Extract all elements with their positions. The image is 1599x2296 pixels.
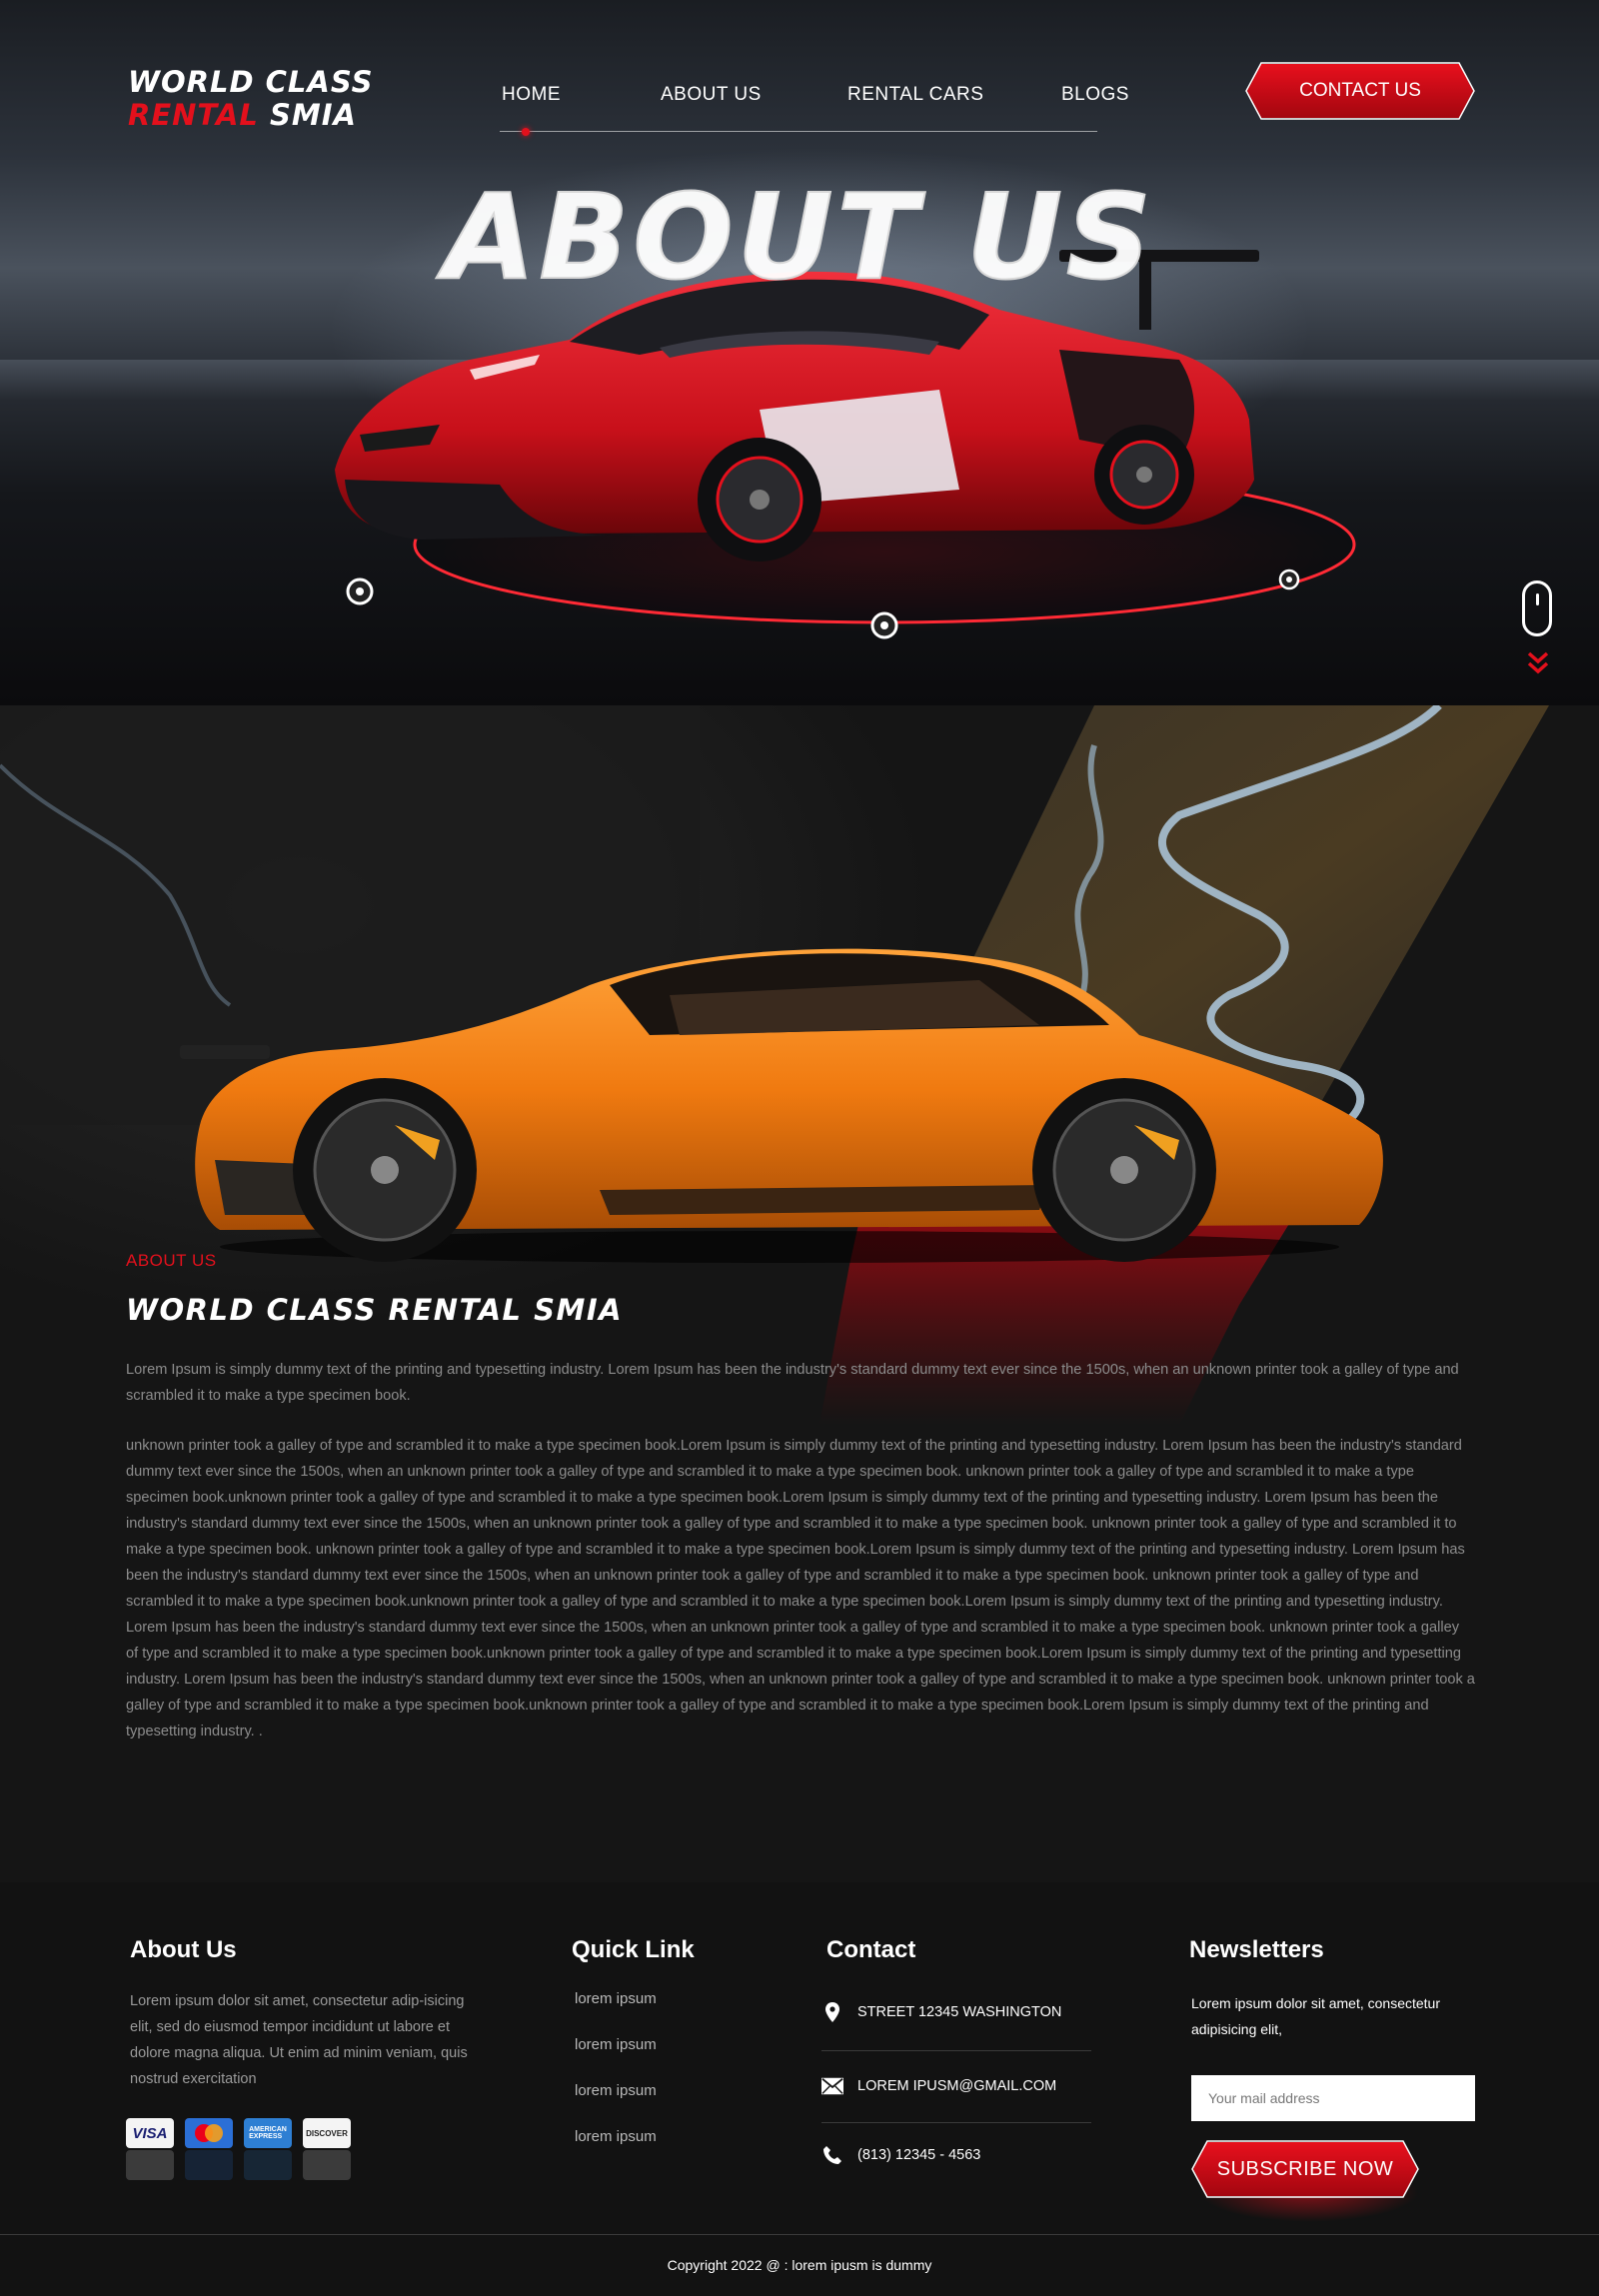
footer-contact-heading: Contact — [826, 1936, 916, 1963]
footer-about-text: Lorem ipsum dolor sit amet, consectetur … — [130, 1993, 468, 2087]
brand-logo[interactable]: WORLD CLASS RENTAL SMIA — [128, 66, 374, 132]
contact-address-text: STREET 12345 WASHINGTON — [857, 2004, 1062, 2020]
newsletter-text: Lorem ipsum dolor sit amet, consectetur … — [1191, 1995, 1440, 2037]
about-paragraph-2: unknown printer took a galley of type an… — [126, 1438, 1475, 1739]
location-pin-icon — [821, 2001, 843, 2023]
brand-word-smia: SMIA — [269, 98, 357, 132]
quick-link-4[interactable]: lorem ipsum — [575, 2128, 657, 2145]
quick-link-2[interactable]: lorem ipsum — [575, 2036, 657, 2053]
footer-newsletter-heading: Newsletters — [1189, 1936, 1324, 1963]
payment-cards: VISA AMERICAN EXPRESS DISCOVER — [126, 2118, 351, 2148]
orange-sports-car-image — [180, 948, 1383, 1263]
hero-section: WORLD CLASS RENTAL SMIA HOME ABOUT US RE… — [0, 0, 1599, 705]
contact-email-text: LOREM IPUSM@GMAIL.COM — [857, 2078, 1057, 2094]
quick-link-1[interactable]: lorem ipsum — [575, 1990, 657, 2007]
nav-home[interactable]: HOME — [502, 84, 561, 106]
contact-email[interactable]: LOREM IPUSM@GMAIL.COM — [821, 2066, 1091, 2106]
copyright-text: Copyright 2022 @ : lorem ipusm is dummy — [667, 2257, 932, 2273]
contact-us-button[interactable]: CONTACT US — [1247, 64, 1473, 118]
contact-phone[interactable]: (813) 12345 - 4563 — [821, 2135, 1091, 2175]
scroll-down-chevron-icon[interactable] — [1527, 649, 1549, 679]
payment-cards-reflection — [126, 2150, 351, 2180]
brand-word-rental: RENTAL — [128, 98, 259, 132]
contact-divider — [821, 2050, 1091, 2051]
nav-about-us[interactable]: ABOUT US — [661, 84, 762, 106]
quick-link-3[interactable]: lorem ipsum — [575, 2082, 657, 2099]
about-label: ABOUT US — [126, 1251, 217, 1270]
discover-card-icon: DISCOVER — [303, 2118, 351, 2148]
visa-card-icon: VISA — [126, 2118, 174, 2148]
subscribe-now-button[interactable]: SUBSCRIBE NOW — [1193, 2142, 1417, 2196]
mastercard-icon — [185, 2118, 233, 2148]
nav-active-indicator — [522, 128, 530, 136]
phone-icon — [821, 2144, 843, 2166]
nav-underline — [500, 131, 1097, 132]
main-nav: HOME ABOUT US RENTAL CARS BLOGS — [470, 84, 1128, 136]
footer-quick-heading: Quick Link — [572, 1936, 695, 1963]
contact-divider — [821, 2122, 1091, 2123]
nav-blogs[interactable]: BLOGS — [1061, 84, 1129, 106]
contact-address: STREET 12345 WASHINGTON — [821, 1992, 1091, 2032]
scroll-mouse-icon[interactable] — [1522, 580, 1552, 636]
nav-rental-cars[interactable]: RENTAL CARS — [847, 84, 983, 106]
footer-about-heading: About Us — [130, 1936, 237, 1963]
site-footer: About Us Lorem ipsum dolor sit amet, con… — [0, 1882, 1599, 2296]
amex-card-icon: AMERICAN EXPRESS — [244, 2118, 292, 2148]
about-section: ABOUT US WORLD CLASS RENTAL SMIA Lorem I… — [0, 705, 1599, 1882]
brand-line-1: WORLD CLASS — [128, 65, 374, 99]
envelope-icon — [821, 2075, 843, 2097]
newsletter-email-input[interactable] — [1191, 2075, 1475, 2121]
about-title: WORLD CLASS RENTAL SMIA — [126, 1293, 624, 1327]
hero-title: ABOUT US — [443, 167, 1155, 307]
about-paragraph-1: Lorem Ipsum is simply dummy text of the … — [126, 1362, 1459, 1404]
copyright-divider — [0, 2234, 1599, 2235]
contact-phone-text: (813) 12345 - 4563 — [857, 2147, 981, 2163]
